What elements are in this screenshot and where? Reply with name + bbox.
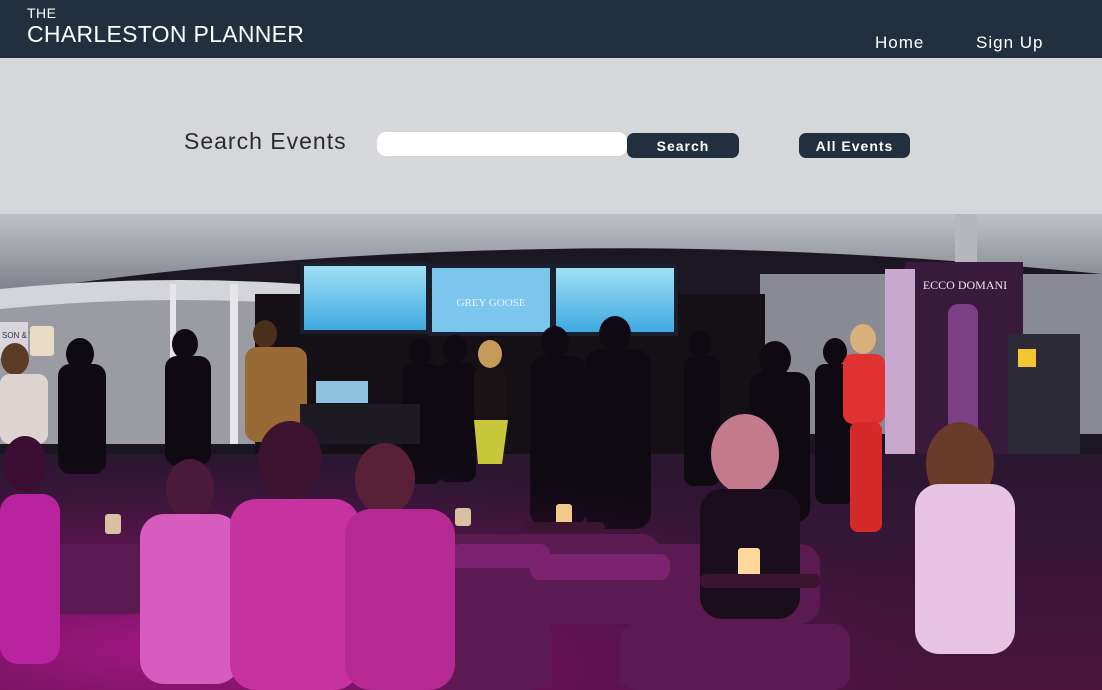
search-input[interactable] [377, 132, 627, 156]
nav-signup-link[interactable]: Sign Up [976, 33, 1043, 53]
search-button[interactable]: Search [627, 133, 739, 158]
logo-small-text: THE [27, 5, 57, 21]
logo-title-text: CHARLESTON PLANNER [27, 21, 305, 47]
hero-event-photo: GREY GOOSE ECCO DOMANI SON & TIES [0, 214, 1102, 690]
site-logo[interactable]: THE CHARLESTON PLANNER [27, 5, 304, 47]
all-events-button[interactable]: All Events [799, 133, 910, 158]
banner-brand-text: ECCO DOMANI [923, 278, 1007, 292]
search-events-label: Search Events [184, 128, 347, 154]
screen-brand-text: GREY GOOSE [457, 297, 526, 309]
top-navbar: THE CHARLESTON PLANNER Home Sign Up [0, 0, 1102, 58]
event-photo-illustration: GREY GOOSE ECCO DOMANI SON & TIES [0, 214, 1102, 690]
nav-home-link[interactable]: Home [875, 33, 924, 53]
search-section: Search Events Search All Events [0, 58, 1102, 214]
